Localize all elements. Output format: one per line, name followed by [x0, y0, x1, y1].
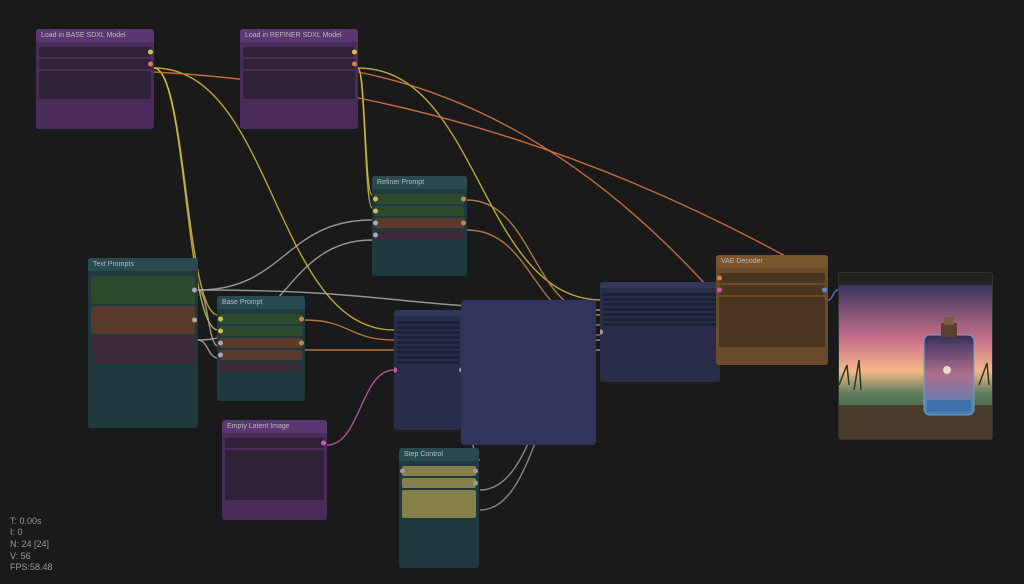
slot[interactable]: [243, 71, 355, 99]
slot[interactable]: [397, 341, 459, 344]
node-title: Empty Latent Image: [222, 420, 327, 433]
slot[interactable]: [397, 356, 459, 359]
slot[interactable]: [375, 194, 464, 204]
slot[interactable]: [220, 350, 302, 360]
node-ksampler-base[interactable]: [394, 310, 462, 430]
slot[interactable]: [603, 308, 717, 311]
slot[interactable]: [39, 71, 151, 99]
node-title: Step Control: [399, 448, 479, 461]
slot[interactable]: [397, 326, 459, 329]
node-title: Load in BASE SDXL Model: [36, 29, 154, 42]
slot[interactable]: [220, 338, 302, 348]
slot[interactable]: [397, 351, 459, 354]
positive-prompt-slot[interactable]: [91, 276, 195, 304]
node-title: Base Prompt: [217, 296, 305, 309]
slot[interactable]: [603, 313, 717, 316]
node-base-prompt[interactable]: Base Prompt: [217, 296, 305, 401]
slot[interactable]: [375, 206, 464, 216]
slot[interactable]: [397, 331, 459, 334]
slot[interactable]: [225, 438, 324, 448]
node-refiner-prompt[interactable]: Refiner Prompt: [372, 176, 467, 276]
slot[interactable]: [603, 293, 717, 296]
slot[interactable]: [402, 490, 476, 518]
negative-prompt-slot[interactable]: [91, 306, 195, 334]
stat-fps: FPS:58.48: [10, 562, 53, 574]
slot[interactable]: [39, 47, 151, 57]
slot[interactable]: [402, 478, 476, 488]
slot[interactable]: [603, 318, 717, 321]
node-title: Refiner Prompt: [372, 176, 467, 189]
output-image: [839, 285, 993, 440]
slot[interactable]: [397, 336, 459, 339]
slot[interactable]: [603, 298, 717, 301]
stats-overlay: T: 0.00s I: 0 N: 24 [24] V: 56 FPS:58.48: [10, 516, 53, 574]
node-vae-decode[interactable]: VAE Decoder: [716, 255, 828, 365]
slot[interactable]: [603, 303, 717, 306]
stat-v: V: 56: [10, 551, 53, 563]
slot[interactable]: [375, 230, 464, 240]
node-step-control[interactable]: Step Control: [399, 448, 479, 568]
slot[interactable]: [719, 297, 825, 347]
node-preview-image[interactable]: [838, 272, 993, 440]
slot[interactable]: [243, 47, 355, 57]
stat-nodes: N: 24 [24]: [10, 539, 53, 551]
slot[interactable]: [397, 361, 459, 364]
slot[interactable]: [719, 285, 825, 295]
node-canvas[interactable]: [461, 300, 596, 445]
node-refiner-loader[interactable]: Load in REFINER SDXL Model: [240, 29, 358, 129]
slot[interactable]: [39, 59, 151, 69]
slot[interactable]: [397, 321, 459, 324]
node-ksampler-refiner[interactable]: [600, 282, 720, 382]
slot[interactable]: [402, 466, 476, 476]
slot[interactable]: [603, 323, 717, 326]
stat-time: T: 0.00s: [10, 516, 53, 528]
node-base-loader[interactable]: Load in BASE SDXL Model: [36, 29, 154, 129]
slot[interactable]: [719, 273, 825, 283]
node-empty-latent[interactable]: Empty Latent Image: [222, 420, 327, 520]
slot[interactable]: [220, 362, 302, 372]
node-title: VAE Decoder: [716, 255, 828, 268]
slot[interactable]: [397, 346, 459, 349]
slot[interactable]: [220, 314, 302, 324]
slot[interactable]: [220, 326, 302, 336]
stat-iterations: I: 0: [10, 527, 53, 539]
slot[interactable]: [225, 450, 324, 500]
node-text-prompts[interactable]: Text Prompts: [88, 258, 198, 428]
node-title: Text Prompts: [88, 258, 198, 271]
slot[interactable]: [243, 59, 355, 69]
slot[interactable]: [91, 336, 195, 364]
slot[interactable]: [375, 218, 464, 228]
node-title: Load in REFINER SDXL Model: [240, 29, 358, 42]
